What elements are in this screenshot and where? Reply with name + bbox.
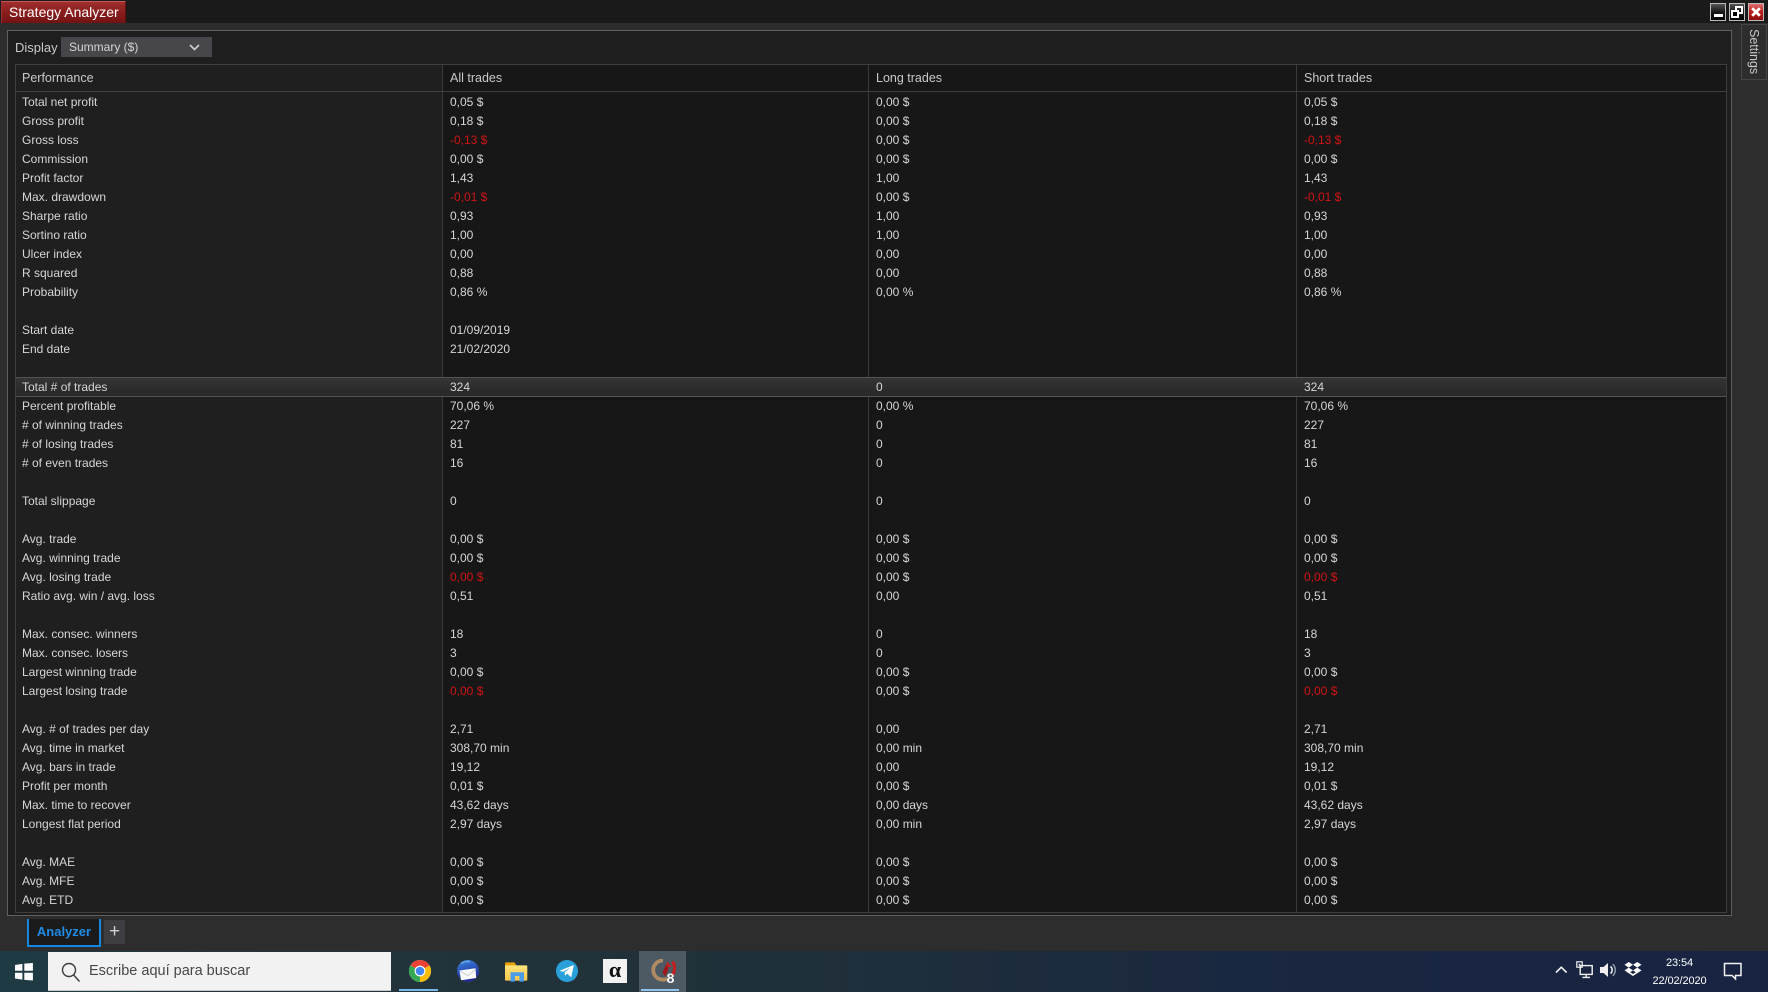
svg-text:8: 8 — [667, 970, 675, 985]
